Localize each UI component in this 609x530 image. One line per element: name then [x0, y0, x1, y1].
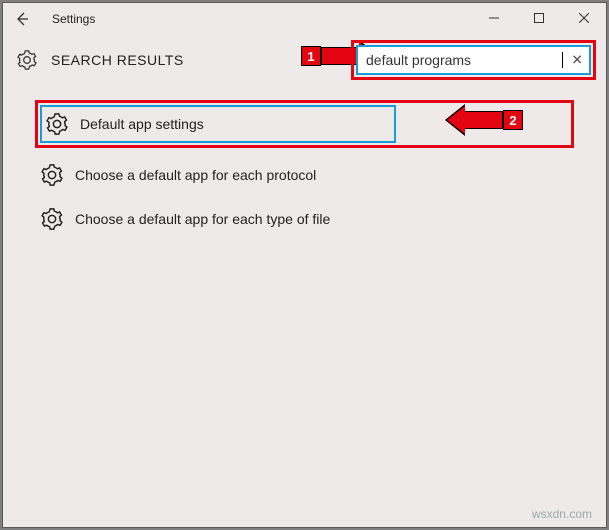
- titlebar: Settings: [3, 3, 606, 34]
- maximize-icon: [534, 13, 544, 23]
- close-button[interactable]: [561, 3, 606, 33]
- minimize-button[interactable]: [471, 3, 516, 33]
- close-icon: [579, 13, 589, 23]
- maximize-button[interactable]: [516, 3, 561, 33]
- gear-icon: [41, 208, 63, 230]
- search-box[interactable]: ✕: [356, 45, 591, 75]
- annotation-2: 2: [445, 104, 523, 136]
- watermark: wsxdn.com: [532, 507, 592, 521]
- minimize-icon: [489, 13, 499, 23]
- result-row-0: Default app settings 2: [35, 100, 574, 148]
- result-item-default-app-settings[interactable]: Default app settings: [40, 105, 396, 143]
- gear-icon: [41, 164, 63, 186]
- result-item-filetype[interactable]: Choose a default app for each type of fi…: [35, 200, 574, 238]
- result-item-protocol[interactable]: Choose a default app for each protocol: [35, 156, 574, 194]
- arrow-left-icon: [13, 10, 31, 28]
- back-button[interactable]: [10, 7, 34, 31]
- window-controls: [471, 3, 606, 34]
- header-row: SEARCH RESULTS 1 ✕: [3, 34, 606, 86]
- search-input[interactable]: [366, 52, 561, 68]
- gear-icon: [17, 50, 37, 70]
- settings-window: Settings SEARCH RESULTS 1: [2, 2, 607, 528]
- window-title: Settings: [52, 12, 95, 26]
- page-title: SEARCH RESULTS: [51, 52, 184, 68]
- clear-search-icon[interactable]: ✕: [571, 52, 583, 69]
- search-highlight: ✕: [351, 40, 596, 80]
- result-label: Choose a default app for each protocol: [75, 167, 316, 183]
- result-label: Default app settings: [80, 116, 204, 132]
- annotation-num-1: 1: [301, 46, 321, 66]
- result-label: Choose a default app for each type of fi…: [75, 211, 330, 227]
- results-list: Default app settings 2 Choose a default …: [3, 86, 606, 238]
- annotation-num-2: 2: [503, 110, 523, 130]
- gear-icon: [46, 113, 68, 135]
